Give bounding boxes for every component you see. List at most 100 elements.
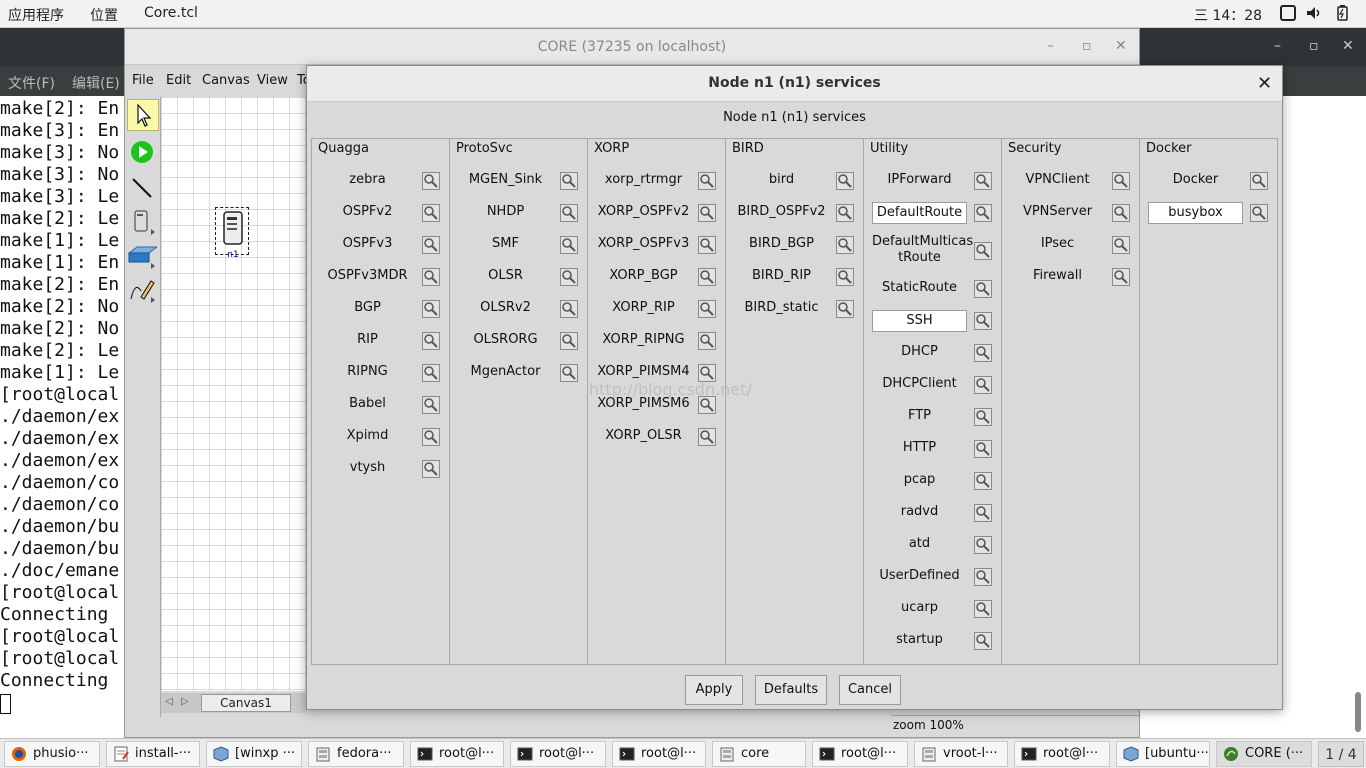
- close-button[interactable]: ✕: [1342, 38, 1354, 54]
- service-config-button[interactable]: [422, 332, 440, 350]
- maximize-button[interactable]: ▫: [1082, 38, 1092, 54]
- display-icon[interactable]: [1280, 5, 1296, 21]
- maximize-button[interactable]: ▫: [1309, 38, 1319, 54]
- service-toggle-staticroute[interactable]: StaticRoute: [872, 278, 967, 300]
- service-toggle-bird_ospfv2[interactable]: BIRD_OSPFv2: [734, 202, 829, 224]
- taskbar-item[interactable]: root@l···: [812, 741, 908, 767]
- service-toggle-firewall[interactable]: Firewall: [1010, 266, 1105, 288]
- service-toggle-ospfv2[interactable]: OSPFv2: [320, 202, 415, 224]
- taskbar-item[interactable]: [ubuntu···: [1116, 741, 1210, 767]
- service-toggle-radvd[interactable]: radvd: [872, 502, 967, 524]
- terminal-output[interactable]: make[2]: En make[3]: En make[3]: No make[3]…: [0, 98, 124, 718]
- taskbar-item[interactable]: root@l···: [1014, 741, 1110, 767]
- service-toggle-dhcp[interactable]: DHCP: [872, 342, 967, 364]
- menu-edit[interactable]: Edit: [166, 73, 191, 88]
- service-toggle-vpnclient[interactable]: VPNClient: [1010, 170, 1105, 192]
- router-tool[interactable]: [127, 207, 159, 239]
- service-config-button[interactable]: [422, 364, 440, 382]
- service-config-button[interactable]: [974, 632, 992, 650]
- service-config-button[interactable]: [974, 408, 992, 426]
- service-config-button[interactable]: [560, 364, 578, 382]
- service-config-button[interactable]: [836, 268, 854, 286]
- service-toggle-bird_bgp[interactable]: BIRD_BGP: [734, 234, 829, 256]
- service-config-button[interactable]: [836, 172, 854, 190]
- close-icon[interactable]: ✕: [1257, 73, 1272, 94]
- service-config-button[interactable]: [836, 300, 854, 318]
- service-config-button[interactable]: [560, 204, 578, 222]
- service-toggle-xorp_rtrmgr[interactable]: xorp_rtrmgr: [596, 170, 691, 192]
- service-toggle-xpimd[interactable]: Xpimd: [320, 426, 415, 448]
- scroll-right-icon[interactable]: ▷: [181, 696, 189, 707]
- service-config-button[interactable]: [560, 268, 578, 286]
- service-config-button[interactable]: [974, 376, 992, 394]
- service-config-button[interactable]: [422, 396, 440, 414]
- service-toggle-xorp_ripng[interactable]: XORP_RIPNG: [596, 330, 691, 352]
- service-config-button[interactable]: [422, 300, 440, 318]
- places-menu[interactable]: 位置: [90, 5, 118, 25]
- service-toggle-userdefined[interactable]: UserDefined: [872, 566, 967, 588]
- service-toggle-mgen_sink[interactable]: MGEN_Sink: [458, 170, 553, 192]
- service-config-button[interactable]: [1112, 236, 1130, 254]
- service-toggle-docker[interactable]: Docker: [1148, 170, 1243, 192]
- volume-icon[interactable]: [1306, 5, 1322, 21]
- taskbar-item[interactable]: root@l···: [612, 741, 706, 767]
- network-canvas[interactable]: n1: [161, 97, 306, 691]
- service-config-button[interactable]: [698, 300, 716, 318]
- start-session-button[interactable]: [127, 137, 159, 169]
- taskbar-item[interactable]: core: [712, 741, 806, 767]
- service-config-button[interactable]: [698, 172, 716, 190]
- service-config-button[interactable]: [422, 460, 440, 478]
- workspace-pager[interactable]: 1 / 4: [1318, 741, 1364, 767]
- service-toggle-defaultroute[interactable]: DefaultRoute: [872, 202, 967, 224]
- service-config-button[interactable]: [698, 236, 716, 254]
- service-config-button[interactable]: [974, 172, 992, 190]
- service-toggle-defaultmulticastroute[interactable]: DefaultMulticas tRoute: [872, 232, 973, 270]
- service-toggle-olsrv2[interactable]: OLSRv2: [458, 298, 553, 320]
- service-toggle-ssh[interactable]: SSH: [872, 310, 967, 332]
- defaults-button[interactable]: Defaults: [755, 675, 827, 705]
- service-config-button[interactable]: [974, 280, 992, 298]
- service-config-button[interactable]: [974, 472, 992, 490]
- service-toggle-startup[interactable]: startup: [872, 630, 967, 652]
- service-config-button[interactable]: [422, 428, 440, 446]
- service-config-button[interactable]: [422, 236, 440, 254]
- service-toggle-vtysh[interactable]: vtysh: [320, 458, 415, 480]
- service-toggle-xorp_bgp[interactable]: XORP_BGP: [596, 266, 691, 288]
- service-toggle-ipsec[interactable]: IPsec: [1010, 234, 1105, 256]
- service-config-button[interactable]: [422, 268, 440, 286]
- scrollbar-thumb[interactable]: [1355, 692, 1361, 732]
- service-config-button[interactable]: [698, 268, 716, 286]
- service-toggle-babel[interactable]: Babel: [320, 394, 415, 416]
- service-config-button[interactable]: [1112, 268, 1130, 286]
- taskbar-item[interactable]: install-···: [106, 741, 200, 767]
- service-toggle-bird_rip[interactable]: BIRD_RIP: [734, 266, 829, 288]
- menu-edit[interactable]: 编辑(E): [72, 73, 120, 93]
- minimize-button[interactable]: –: [1274, 38, 1281, 54]
- service-toggle-smf[interactable]: SMF: [458, 234, 553, 256]
- service-config-button[interactable]: [1112, 204, 1130, 222]
- active-app-label[interactable]: Core.tcl: [144, 5, 198, 21]
- service-toggle-ucarp[interactable]: ucarp: [872, 598, 967, 620]
- service-config-button[interactable]: [422, 172, 440, 190]
- service-config-button[interactable]: [1250, 172, 1268, 190]
- applications-menu[interactable]: 应用程序: [8, 5, 64, 25]
- close-button[interactable]: ✕: [1115, 38, 1127, 54]
- service-toggle-ripng[interactable]: RIPNG: [320, 362, 415, 384]
- service-toggle-olsrorg[interactable]: OLSRORG: [458, 330, 553, 352]
- menu-file[interactable]: File: [132, 73, 154, 88]
- service-config-button[interactable]: [836, 204, 854, 222]
- service-toggle-bird[interactable]: bird: [734, 170, 829, 192]
- service-config-button[interactable]: [974, 568, 992, 586]
- service-config-button[interactable]: [560, 332, 578, 350]
- taskbar-item[interactable]: [winxp ···: [206, 741, 302, 767]
- service-toggle-ospfv3mdr[interactable]: OSPFv3MDR: [320, 266, 415, 288]
- switch-tool[interactable]: [127, 241, 159, 273]
- service-config-button[interactable]: [560, 236, 578, 254]
- service-config-button[interactable]: [560, 300, 578, 318]
- service-toggle-ipforward[interactable]: IPForward: [872, 170, 967, 192]
- node-n1[interactable]: n1: [215, 207, 249, 260]
- link-tool[interactable]: [127, 173, 159, 205]
- service-config-button[interactable]: [974, 312, 992, 330]
- service-toggle-zebra[interactable]: zebra: [320, 170, 415, 192]
- menu-view[interactable]: View: [257, 73, 288, 88]
